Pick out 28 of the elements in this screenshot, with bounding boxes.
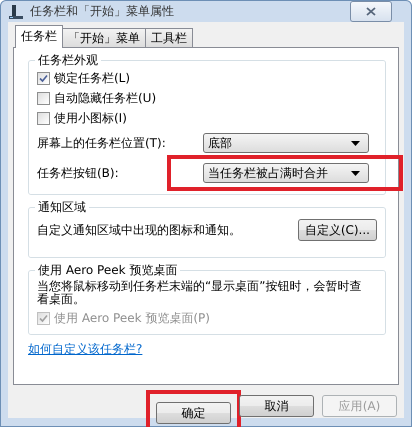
- tab[interactable]: 工具栏: [145, 28, 193, 47]
- checkbox[interactable]: [37, 72, 50, 84]
- group-description: 当您将鼠标移动到任务栏末端的“显示桌面”按钮时，会暂时查看桌面。: [37, 280, 362, 306]
- checkbox-label: 使用小图标(I): [54, 110, 127, 126]
- dropdown[interactable]: 底部: [203, 133, 369, 153]
- checkbox-label: 自动隐藏任务栏(U): [54, 90, 156, 106]
- taskbar-icon: [8, 4, 24, 20]
- close-icon: [366, 7, 376, 16]
- dialog-button[interactable]: 确定: [156, 402, 231, 424]
- group-title: 使用 Aero Peek 预览桌面: [35, 262, 180, 279]
- group-description: 自定义通知区域中出现的图标和通知。: [37, 222, 241, 238]
- dropdown-arrow-icon: [351, 170, 360, 176]
- help-link[interactable]: 如何自定义该任务栏?: [28, 342, 142, 356]
- dialog-button[interactable]: 取消: [239, 395, 314, 417]
- tab[interactable]: 任务栏: [15, 25, 63, 48]
- checkbox[interactable]: [37, 112, 50, 124]
- checkbox-label: 使用 Aero Peek 预览桌面(P): [54, 310, 210, 326]
- checkbox[interactable]: [37, 92, 50, 104]
- close-button[interactable]: [350, 1, 392, 22]
- group-title: 任务栏外观: [35, 52, 101, 69]
- customize-button[interactable]: 自定义(C)...: [298, 219, 377, 241]
- window-title: 任务栏和「开始」菜单属性: [30, 3, 175, 20]
- tab[interactable]: 「开始」菜单: [62, 28, 146, 47]
- dropdown-label: 屏幕上的任务栏位置(T):: [37, 134, 167, 152]
- dropdown[interactable]: 当任务栏被占满时合并: [203, 163, 369, 183]
- dropdown-arrow-icon: [351, 140, 360, 146]
- checkbox-label: 锁定任务栏(L): [54, 70, 130, 86]
- dropdown-label: 任务栏按钮(B):: [37, 164, 120, 182]
